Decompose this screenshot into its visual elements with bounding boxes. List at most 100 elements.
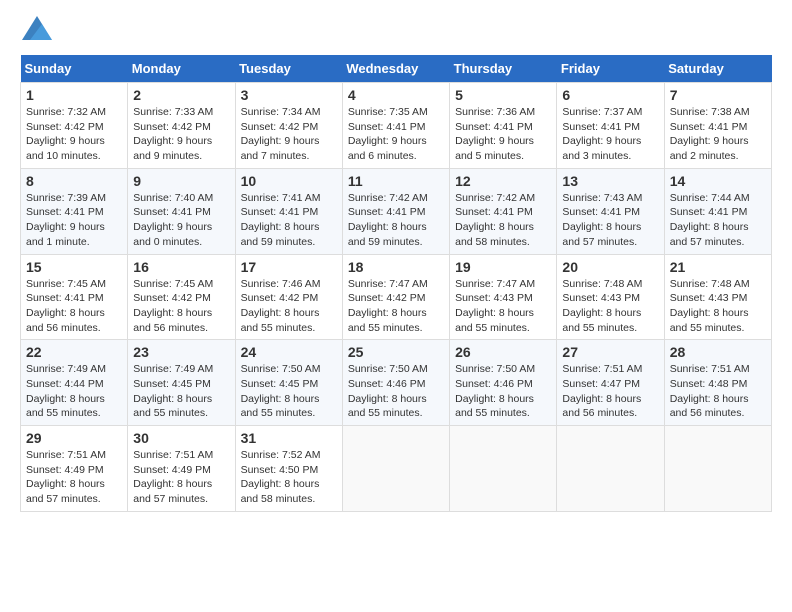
calendar-week-2: 8 Sunrise: 7:39 AM Sunset: 4:41 PM Dayli… <box>21 168 772 254</box>
day-number: 29 <box>26 430 122 446</box>
calendar-day-14: 14 Sunrise: 7:44 AM Sunset: 4:41 PM Dayl… <box>664 168 771 254</box>
calendar-header-wednesday: Wednesday <box>342 55 449 83</box>
day-content: Sunrise: 7:51 AM Sunset: 4:48 PM Dayligh… <box>670 362 766 421</box>
day-content: Sunrise: 7:42 AM Sunset: 4:41 PM Dayligh… <box>348 191 444 250</box>
calendar-header-row: SundayMondayTuesdayWednesdayThursdayFrid… <box>21 55 772 83</box>
day-content: Sunrise: 7:49 AM Sunset: 4:44 PM Dayligh… <box>26 362 122 421</box>
day-number: 28 <box>670 344 766 360</box>
day-number: 6 <box>562 87 658 103</box>
calendar-week-1: 1 Sunrise: 7:32 AM Sunset: 4:42 PM Dayli… <box>21 83 772 169</box>
calendar-day-22: 22 Sunrise: 7:49 AM Sunset: 4:44 PM Dayl… <box>21 340 128 426</box>
day-number: 4 <box>348 87 444 103</box>
calendar-day-10: 10 Sunrise: 7:41 AM Sunset: 4:41 PM Dayl… <box>235 168 342 254</box>
day-number: 1 <box>26 87 122 103</box>
calendar-empty-cell <box>557 426 664 512</box>
day-content: Sunrise: 7:32 AM Sunset: 4:42 PM Dayligh… <box>26 105 122 164</box>
day-number: 13 <box>562 173 658 189</box>
day-content: Sunrise: 7:51 AM Sunset: 4:49 PM Dayligh… <box>133 448 229 507</box>
day-number: 30 <box>133 430 229 446</box>
calendar-day-9: 9 Sunrise: 7:40 AM Sunset: 4:41 PM Dayli… <box>128 168 235 254</box>
calendar-day-27: 27 Sunrise: 7:51 AM Sunset: 4:47 PM Dayl… <box>557 340 664 426</box>
calendar-week-5: 29 Sunrise: 7:51 AM Sunset: 4:49 PM Dayl… <box>21 426 772 512</box>
calendar-day-2: 2 Sunrise: 7:33 AM Sunset: 4:42 PM Dayli… <box>128 83 235 169</box>
logo <box>20 16 52 45</box>
calendar-day-4: 4 Sunrise: 7:35 AM Sunset: 4:41 PM Dayli… <box>342 83 449 169</box>
calendar-day-6: 6 Sunrise: 7:37 AM Sunset: 4:41 PM Dayli… <box>557 83 664 169</box>
calendar-day-30: 30 Sunrise: 7:51 AM Sunset: 4:49 PM Dayl… <box>128 426 235 512</box>
day-number: 2 <box>133 87 229 103</box>
calendar-day-21: 21 Sunrise: 7:48 AM Sunset: 4:43 PM Dayl… <box>664 254 771 340</box>
calendar-header-tuesday: Tuesday <box>235 55 342 83</box>
day-content: Sunrise: 7:50 AM Sunset: 4:45 PM Dayligh… <box>241 362 337 421</box>
calendar-day-31: 31 Sunrise: 7:52 AM Sunset: 4:50 PM Dayl… <box>235 426 342 512</box>
calendar-day-23: 23 Sunrise: 7:49 AM Sunset: 4:45 PM Dayl… <box>128 340 235 426</box>
day-number: 14 <box>670 173 766 189</box>
calendar-day-18: 18 Sunrise: 7:47 AM Sunset: 4:42 PM Dayl… <box>342 254 449 340</box>
day-content: Sunrise: 7:34 AM Sunset: 4:42 PM Dayligh… <box>241 105 337 164</box>
day-number: 10 <box>241 173 337 189</box>
calendar-day-7: 7 Sunrise: 7:38 AM Sunset: 4:41 PM Dayli… <box>664 83 771 169</box>
calendar-day-15: 15 Sunrise: 7:45 AM Sunset: 4:41 PM Dayl… <box>21 254 128 340</box>
day-content: Sunrise: 7:47 AM Sunset: 4:43 PM Dayligh… <box>455 277 551 336</box>
day-number: 7 <box>670 87 766 103</box>
day-content: Sunrise: 7:52 AM Sunset: 4:50 PM Dayligh… <box>241 448 337 507</box>
calendar-header-saturday: Saturday <box>664 55 771 83</box>
day-number: 15 <box>26 259 122 275</box>
day-number: 5 <box>455 87 551 103</box>
day-content: Sunrise: 7:48 AM Sunset: 4:43 PM Dayligh… <box>670 277 766 336</box>
day-content: Sunrise: 7:43 AM Sunset: 4:41 PM Dayligh… <box>562 191 658 250</box>
day-content: Sunrise: 7:40 AM Sunset: 4:41 PM Dayligh… <box>133 191 229 250</box>
calendar-header-sunday: Sunday <box>21 55 128 83</box>
day-content: Sunrise: 7:48 AM Sunset: 4:43 PM Dayligh… <box>562 277 658 336</box>
day-content: Sunrise: 7:33 AM Sunset: 4:42 PM Dayligh… <box>133 105 229 164</box>
calendar-day-17: 17 Sunrise: 7:46 AM Sunset: 4:42 PM Dayl… <box>235 254 342 340</box>
calendar-day-12: 12 Sunrise: 7:42 AM Sunset: 4:41 PM Dayl… <box>450 168 557 254</box>
calendar-day-13: 13 Sunrise: 7:43 AM Sunset: 4:41 PM Dayl… <box>557 168 664 254</box>
day-content: Sunrise: 7:50 AM Sunset: 4:46 PM Dayligh… <box>455 362 551 421</box>
calendar-day-24: 24 Sunrise: 7:50 AM Sunset: 4:45 PM Dayl… <box>235 340 342 426</box>
calendar-day-29: 29 Sunrise: 7:51 AM Sunset: 4:49 PM Dayl… <box>21 426 128 512</box>
day-content: Sunrise: 7:39 AM Sunset: 4:41 PM Dayligh… <box>26 191 122 250</box>
day-content: Sunrise: 7:35 AM Sunset: 4:41 PM Dayligh… <box>348 105 444 164</box>
page-header <box>20 16 772 45</box>
day-number: 9 <box>133 173 229 189</box>
day-number: 16 <box>133 259 229 275</box>
day-number: 25 <box>348 344 444 360</box>
day-number: 19 <box>455 259 551 275</box>
day-number: 24 <box>241 344 337 360</box>
calendar-day-26: 26 Sunrise: 7:50 AM Sunset: 4:46 PM Dayl… <box>450 340 557 426</box>
logo-text <box>20 16 52 45</box>
day-number: 20 <box>562 259 658 275</box>
day-content: Sunrise: 7:47 AM Sunset: 4:42 PM Dayligh… <box>348 277 444 336</box>
day-number: 11 <box>348 173 444 189</box>
day-number: 17 <box>241 259 337 275</box>
calendar-day-16: 16 Sunrise: 7:45 AM Sunset: 4:42 PM Dayl… <box>128 254 235 340</box>
day-content: Sunrise: 7:45 AM Sunset: 4:41 PM Dayligh… <box>26 277 122 336</box>
logo-icon <box>22 16 52 40</box>
calendar-empty-cell <box>342 426 449 512</box>
day-content: Sunrise: 7:45 AM Sunset: 4:42 PM Dayligh… <box>133 277 229 336</box>
calendar-day-1: 1 Sunrise: 7:32 AM Sunset: 4:42 PM Dayli… <box>21 83 128 169</box>
day-number: 23 <box>133 344 229 360</box>
calendar-day-20: 20 Sunrise: 7:48 AM Sunset: 4:43 PM Dayl… <box>557 254 664 340</box>
calendar-day-28: 28 Sunrise: 7:51 AM Sunset: 4:48 PM Dayl… <box>664 340 771 426</box>
day-number: 22 <box>26 344 122 360</box>
calendar-day-3: 3 Sunrise: 7:34 AM Sunset: 4:42 PM Dayli… <box>235 83 342 169</box>
calendar-day-19: 19 Sunrise: 7:47 AM Sunset: 4:43 PM Dayl… <box>450 254 557 340</box>
calendar-header-monday: Monday <box>128 55 235 83</box>
day-number: 27 <box>562 344 658 360</box>
day-content: Sunrise: 7:36 AM Sunset: 4:41 PM Dayligh… <box>455 105 551 164</box>
calendar-table: SundayMondayTuesdayWednesdayThursdayFrid… <box>20 55 772 512</box>
day-content: Sunrise: 7:44 AM Sunset: 4:41 PM Dayligh… <box>670 191 766 250</box>
calendar-header-friday: Friday <box>557 55 664 83</box>
day-content: Sunrise: 7:46 AM Sunset: 4:42 PM Dayligh… <box>241 277 337 336</box>
calendar-day-5: 5 Sunrise: 7:36 AM Sunset: 4:41 PM Dayli… <box>450 83 557 169</box>
day-content: Sunrise: 7:50 AM Sunset: 4:46 PM Dayligh… <box>348 362 444 421</box>
day-number: 8 <box>26 173 122 189</box>
day-number: 12 <box>455 173 551 189</box>
day-number: 26 <box>455 344 551 360</box>
day-content: Sunrise: 7:51 AM Sunset: 4:47 PM Dayligh… <box>562 362 658 421</box>
calendar-empty-cell <box>450 426 557 512</box>
day-number: 18 <box>348 259 444 275</box>
calendar-week-3: 15 Sunrise: 7:45 AM Sunset: 4:41 PM Dayl… <box>21 254 772 340</box>
